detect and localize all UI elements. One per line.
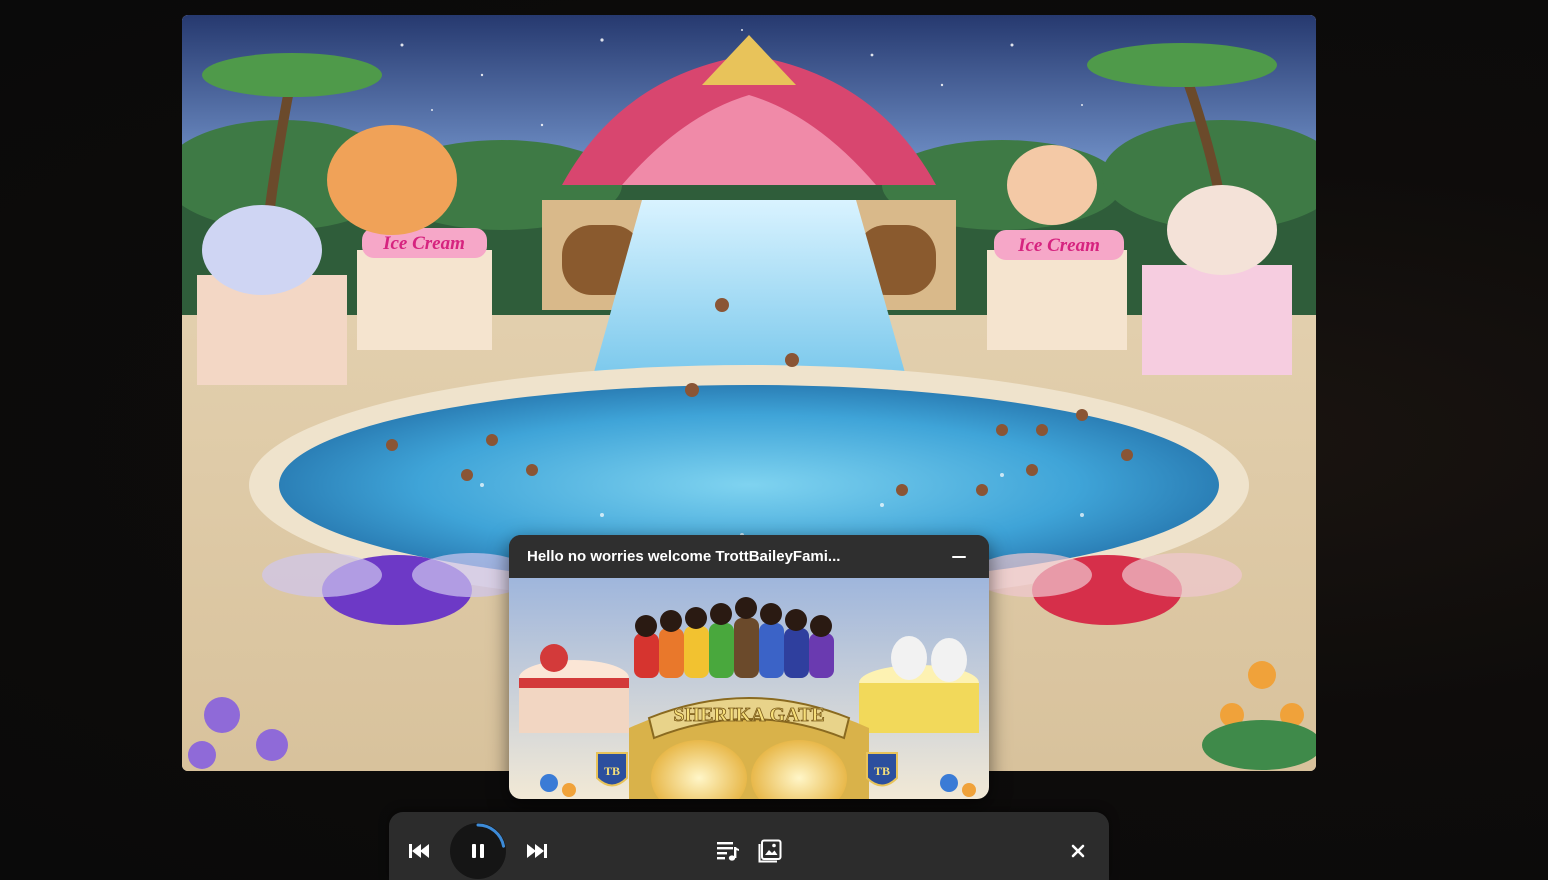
artwork-gate-text: SHERIKA GATE — [673, 704, 824, 726]
player-control-bar — [389, 812, 1109, 880]
mini-player-header: Hello no worries welcome TrottBaileyFami… — [509, 535, 989, 578]
minimize-button[interactable] — [947, 545, 971, 569]
minimize-icon — [952, 555, 966, 558]
sign-ice-cream-left: Ice Cream — [382, 233, 465, 254]
close-icon — [1071, 844, 1085, 858]
queue-button[interactable] — [715, 838, 741, 864]
badge-right-text: TB — [874, 764, 890, 778]
mini-player-artwork: SHERIKA GATE TB TB — [509, 578, 989, 799]
badge-left-text: TB — [604, 764, 620, 778]
gallery-button[interactable] — [757, 838, 783, 864]
queue-icon — [717, 842, 739, 861]
pause-button[interactable] — [450, 823, 506, 879]
pause-icon — [472, 844, 484, 858]
sign-ice-cream-right: Ice Cream — [1017, 235, 1100, 256]
mini-player[interactable]: Hello no worries welcome TrottBaileyFami… — [509, 535, 989, 799]
next-button[interactable] — [523, 838, 551, 864]
close-button[interactable] — [1067, 840, 1089, 862]
mini-player-title: Hello no worries welcome TrottBaileyFami… — [527, 548, 841, 565]
previous-button[interactable] — [405, 838, 433, 864]
next-icon — [527, 844, 547, 858]
previous-icon — [409, 844, 429, 858]
gallery-icon — [758, 839, 782, 863]
